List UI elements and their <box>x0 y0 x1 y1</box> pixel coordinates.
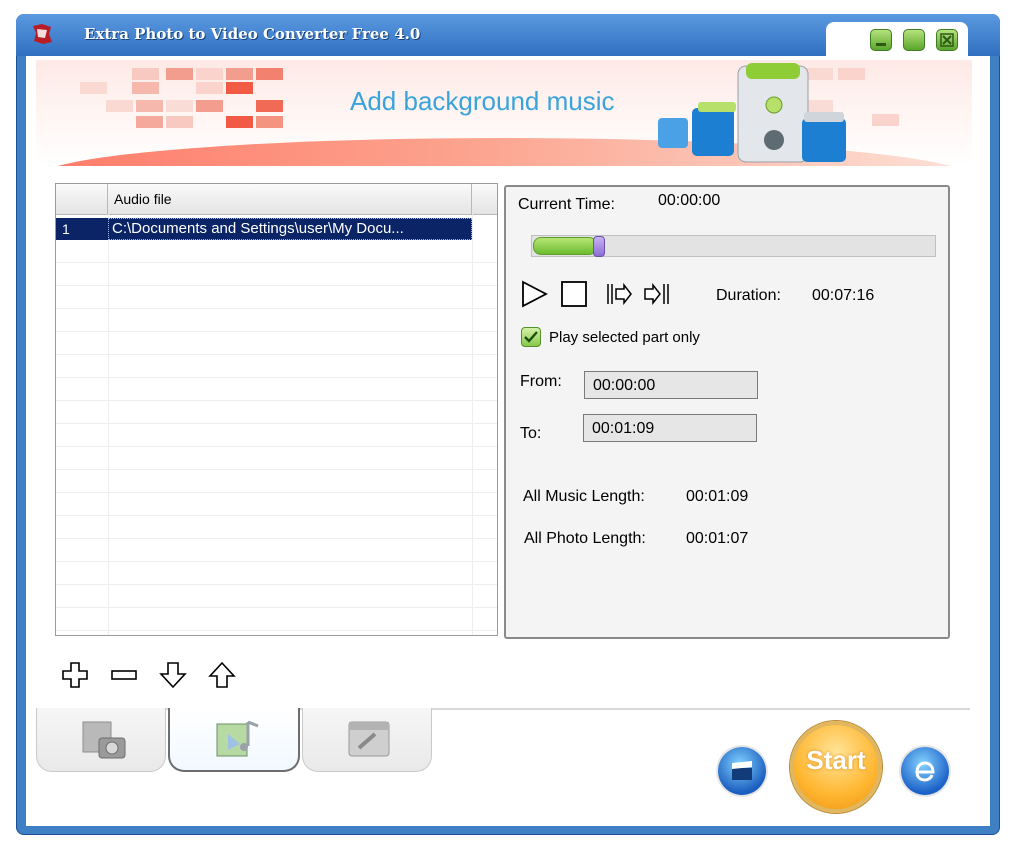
all-music-length-label: All Music Length: <box>523 488 645 505</box>
row-index: 1 <box>62 221 70 237</box>
close-button[interactable] <box>936 29 958 51</box>
move-down-button[interactable] <box>158 660 188 690</box>
remove-button[interactable] <box>109 660 139 690</box>
all-photo-length-value: 00:01:07 <box>686 530 749 547</box>
current-time-value: 00:00:00 <box>658 192 721 209</box>
set-start-button[interactable] <box>604 279 634 309</box>
maximize-icon <box>904 30 924 50</box>
photo-camera-icon <box>82 721 126 759</box>
column-header-index[interactable] <box>56 184 108 214</box>
output-settings-icon <box>348 721 390 757</box>
tab-photos[interactable] <box>36 708 166 772</box>
stop-button[interactable] <box>559 279 589 309</box>
mark-end-icon <box>644 282 669 306</box>
minimize-icon <box>871 30 891 50</box>
from-label: From: <box>520 373 562 390</box>
minimize-button[interactable] <box>870 29 892 51</box>
move-up-button[interactable] <box>207 660 237 690</box>
video-button[interactable] <box>718 747 766 795</box>
internet-explorer-icon <box>915 761 935 782</box>
list-header: Audio file <box>56 184 497 215</box>
seek-thumb[interactable] <box>593 236 605 257</box>
play-icon <box>522 280 548 308</box>
remove-icon <box>111 670 137 680</box>
window-title: Extra Photo to Video Converter Free 4.0 <box>84 25 421 43</box>
column-header-label: Audio file <box>114 191 172 207</box>
to-time-field[interactable]: 00:01:09 <box>583 414 757 442</box>
all-photo-length-label: All Photo Length: <box>524 530 646 547</box>
banner-heading: Add background music <box>350 86 615 116</box>
speakers-icon <box>654 60 854 166</box>
mark-start-icon <box>607 282 632 306</box>
header-banner: Add background music <box>36 60 972 166</box>
checkmark-icon <box>524 331 538 343</box>
selected-range <box>533 237 597 255</box>
close-icon <box>937 30 957 50</box>
start-button[interactable]: Start <box>790 721 882 813</box>
add-icon <box>62 662 88 688</box>
play-button[interactable] <box>519 279 549 309</box>
music-note-icon <box>216 720 259 757</box>
clapperboard-icon <box>732 761 752 780</box>
tab-music[interactable] <box>168 708 300 772</box>
start-label: Start <box>806 745 866 775</box>
play-selected-checkbox[interactable] <box>521 327 541 347</box>
current-time-label: Current Time: <box>518 196 615 213</box>
duration-value: 00:07:16 <box>812 287 875 304</box>
duration-label: Duration: <box>716 287 781 304</box>
maximize-button[interactable] <box>903 29 925 51</box>
tab-output[interactable] <box>302 708 432 772</box>
add-button[interactable] <box>60 660 90 690</box>
audio-file-list[interactable]: Audio file 1 C:\Documents and Settings\u… <box>55 183 498 636</box>
play-selected-label: Play selected part only <box>549 329 700 346</box>
move-down-icon <box>159 662 187 689</box>
set-end-button[interactable] <box>642 279 672 309</box>
web-button[interactable] <box>901 747 949 795</box>
move-up-icon <box>208 661 236 688</box>
stop-icon <box>561 281 587 307</box>
from-time-field[interactable]: 00:00:00 <box>584 371 758 399</box>
app-icon <box>30 22 54 46</box>
row-audio-path: C:\Documents and Settings\user\My Docu..… <box>112 220 404 237</box>
to-label: To: <box>520 425 542 442</box>
all-music-length-value: 00:01:09 <box>686 488 749 505</box>
